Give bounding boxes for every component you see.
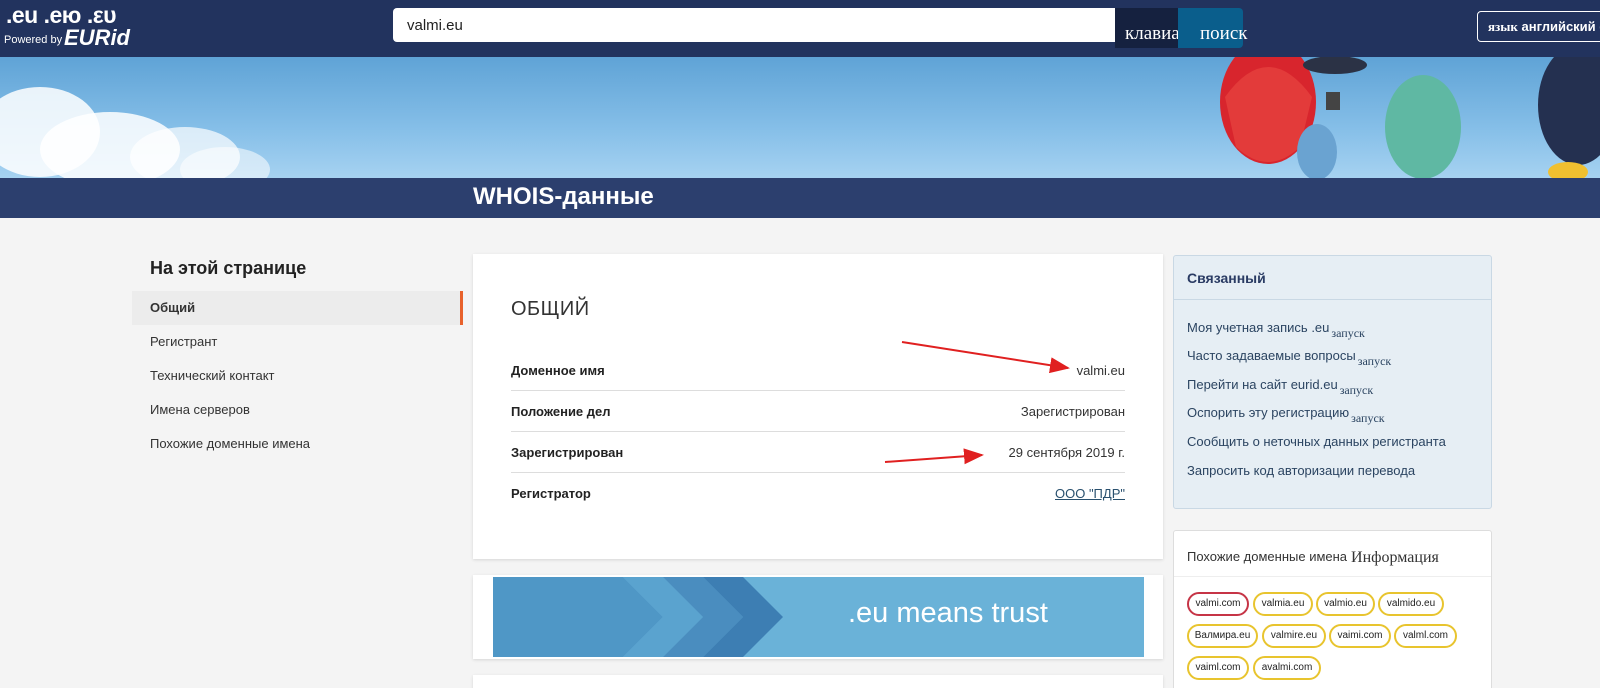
- launch-tag: запуск: [1351, 411, 1385, 425]
- banner-text: .eu means trust: [848, 597, 1048, 629]
- domain-chip[interactable]: valml.com: [1394, 624, 1457, 648]
- page-title-bar: [0, 178, 1600, 218]
- domain-chip[interactable]: avalmi.com: [1253, 656, 1321, 680]
- row-registered-date: Зарегистрирован 29 сентября 2019 г.: [511, 432, 1125, 473]
- related-link-auth-code[interactable]: Запросить код авторизации перевода: [1187, 463, 1415, 478]
- related-link-eurid-site[interactable]: Перейти на сайт eurid.eu запуск: [1187, 377, 1373, 397]
- related-panel: Связанный Моя учетная запись .eu запуск Ч…: [1173, 255, 1492, 509]
- language-prefix: язык: [1488, 19, 1518, 34]
- info-button[interactable]: Информация: [1351, 549, 1439, 566]
- row-label: Регистратор: [511, 486, 591, 501]
- hero-banner-image: [0, 57, 1600, 178]
- toc-item-registrant[interactable]: Регистрант: [132, 325, 463, 359]
- row-value: valmi.eu: [1076, 363, 1125, 378]
- eu-trust-banner[interactable]: .eu means trust: [493, 577, 1144, 657]
- launch-tag: запуск: [1339, 383, 1374, 397]
- row-value: Зарегистрирован: [1020, 404, 1125, 419]
- similar-title-text: Похожие доменные имена: [1187, 549, 1348, 564]
- domain-chip[interactable]: valmio.eu: [1316, 592, 1375, 616]
- eurid-logo[interactable]: .eu .ею .ευ Powered by EURid: [4, 2, 144, 54]
- toc-item-similar-domains[interactable]: Похожие доменные имена: [132, 427, 463, 461]
- toc-item-general[interactable]: Общий: [132, 291, 463, 325]
- row-label: Доменное имя: [511, 363, 605, 378]
- row-domain-name: Доменное имя valmi.eu: [511, 350, 1125, 391]
- link-text: Оспорить эту регистрацию: [1187, 405, 1350, 420]
- language-value: английский (ан: [1521, 19, 1600, 34]
- row-status: Положение дел Зарегистрирован: [511, 391, 1125, 432]
- domain-chip-taken[interactable]: valmi.com: [1187, 592, 1249, 616]
- related-link-dispute[interactable]: Оспорить эту регистрацию запуск: [1187, 405, 1385, 425]
- domain-chip[interactable]: valmia.eu: [1253, 592, 1313, 616]
- banner-card: .eu means trust: [473, 575, 1163, 659]
- domain-chip[interactable]: valmire.eu: [1262, 624, 1326, 648]
- related-title: Связанный: [1187, 270, 1266, 286]
- page-title: WHOIS-данные: [473, 183, 654, 210]
- related-link-faq[interactable]: Часто задаваемые вопросы запуск: [1187, 348, 1391, 368]
- domain-chip[interactable]: Валмира.eu: [1187, 624, 1258, 648]
- balloons-illustration: [1220, 57, 1600, 178]
- toc-item-technical-contact[interactable]: Технический контакт: [132, 359, 463, 393]
- divider: [1174, 576, 1491, 577]
- domain-chip[interactable]: vaimi.com: [1329, 624, 1391, 648]
- related-link-account[interactable]: Моя учетная запись .eu запуск: [1187, 320, 1365, 340]
- general-info-card: ОБЩИЙ Доменное имя valmi.eu Положение де…: [473, 254, 1163, 559]
- related-link-report-inaccurate[interactable]: Сообщить о неточных данных регистранта: [1187, 434, 1446, 449]
- row-label: Положение дел: [511, 404, 611, 419]
- language-selector[interactable]: язык английский (ан: [1477, 11, 1600, 42]
- similar-domains-panel: Похожие доменные имена Информация valmi.c…: [1173, 530, 1492, 688]
- row-value: 29 сентября 2019 г.: [1008, 445, 1125, 460]
- search-input[interactable]: [393, 8, 1115, 42]
- logo-brand-text: EURid: [64, 25, 130, 50]
- link-text: Перейти на сайт eurid.eu: [1187, 377, 1338, 392]
- row-registrar: Регистратор ООО "ПДР": [511, 473, 1125, 514]
- divider: [1174, 299, 1491, 300]
- keyboard-button[interactable]: клавиатура: [1115, 8, 1178, 48]
- row-label: Зарегистрирован: [511, 445, 624, 460]
- search-button[interactable]: поиск: [1178, 8, 1248, 48]
- toc-item-name-servers[interactable]: Имена серверов: [132, 393, 463, 427]
- logo-powered-text: Powered by: [4, 34, 63, 46]
- toc-title: На этой странице: [150, 258, 307, 278]
- launch-tag: запуск: [1357, 354, 1392, 368]
- registrar-link[interactable]: ООО "ПДР": [1055, 486, 1125, 501]
- link-text: Часто задаваемые вопросы: [1187, 348, 1356, 363]
- domain-chip[interactable]: valmido.eu: [1378, 592, 1444, 616]
- lower-card: [473, 675, 1163, 688]
- similar-title: Похожие доменные имена Информация: [1187, 548, 1439, 566]
- general-heading: ОБЩИЙ: [511, 298, 590, 320]
- launch-tag: запуск: [1331, 326, 1365, 340]
- link-text: Моя учетная запись .eu: [1187, 320, 1330, 335]
- domain-chip[interactable]: vaiml.com: [1187, 656, 1249, 680]
